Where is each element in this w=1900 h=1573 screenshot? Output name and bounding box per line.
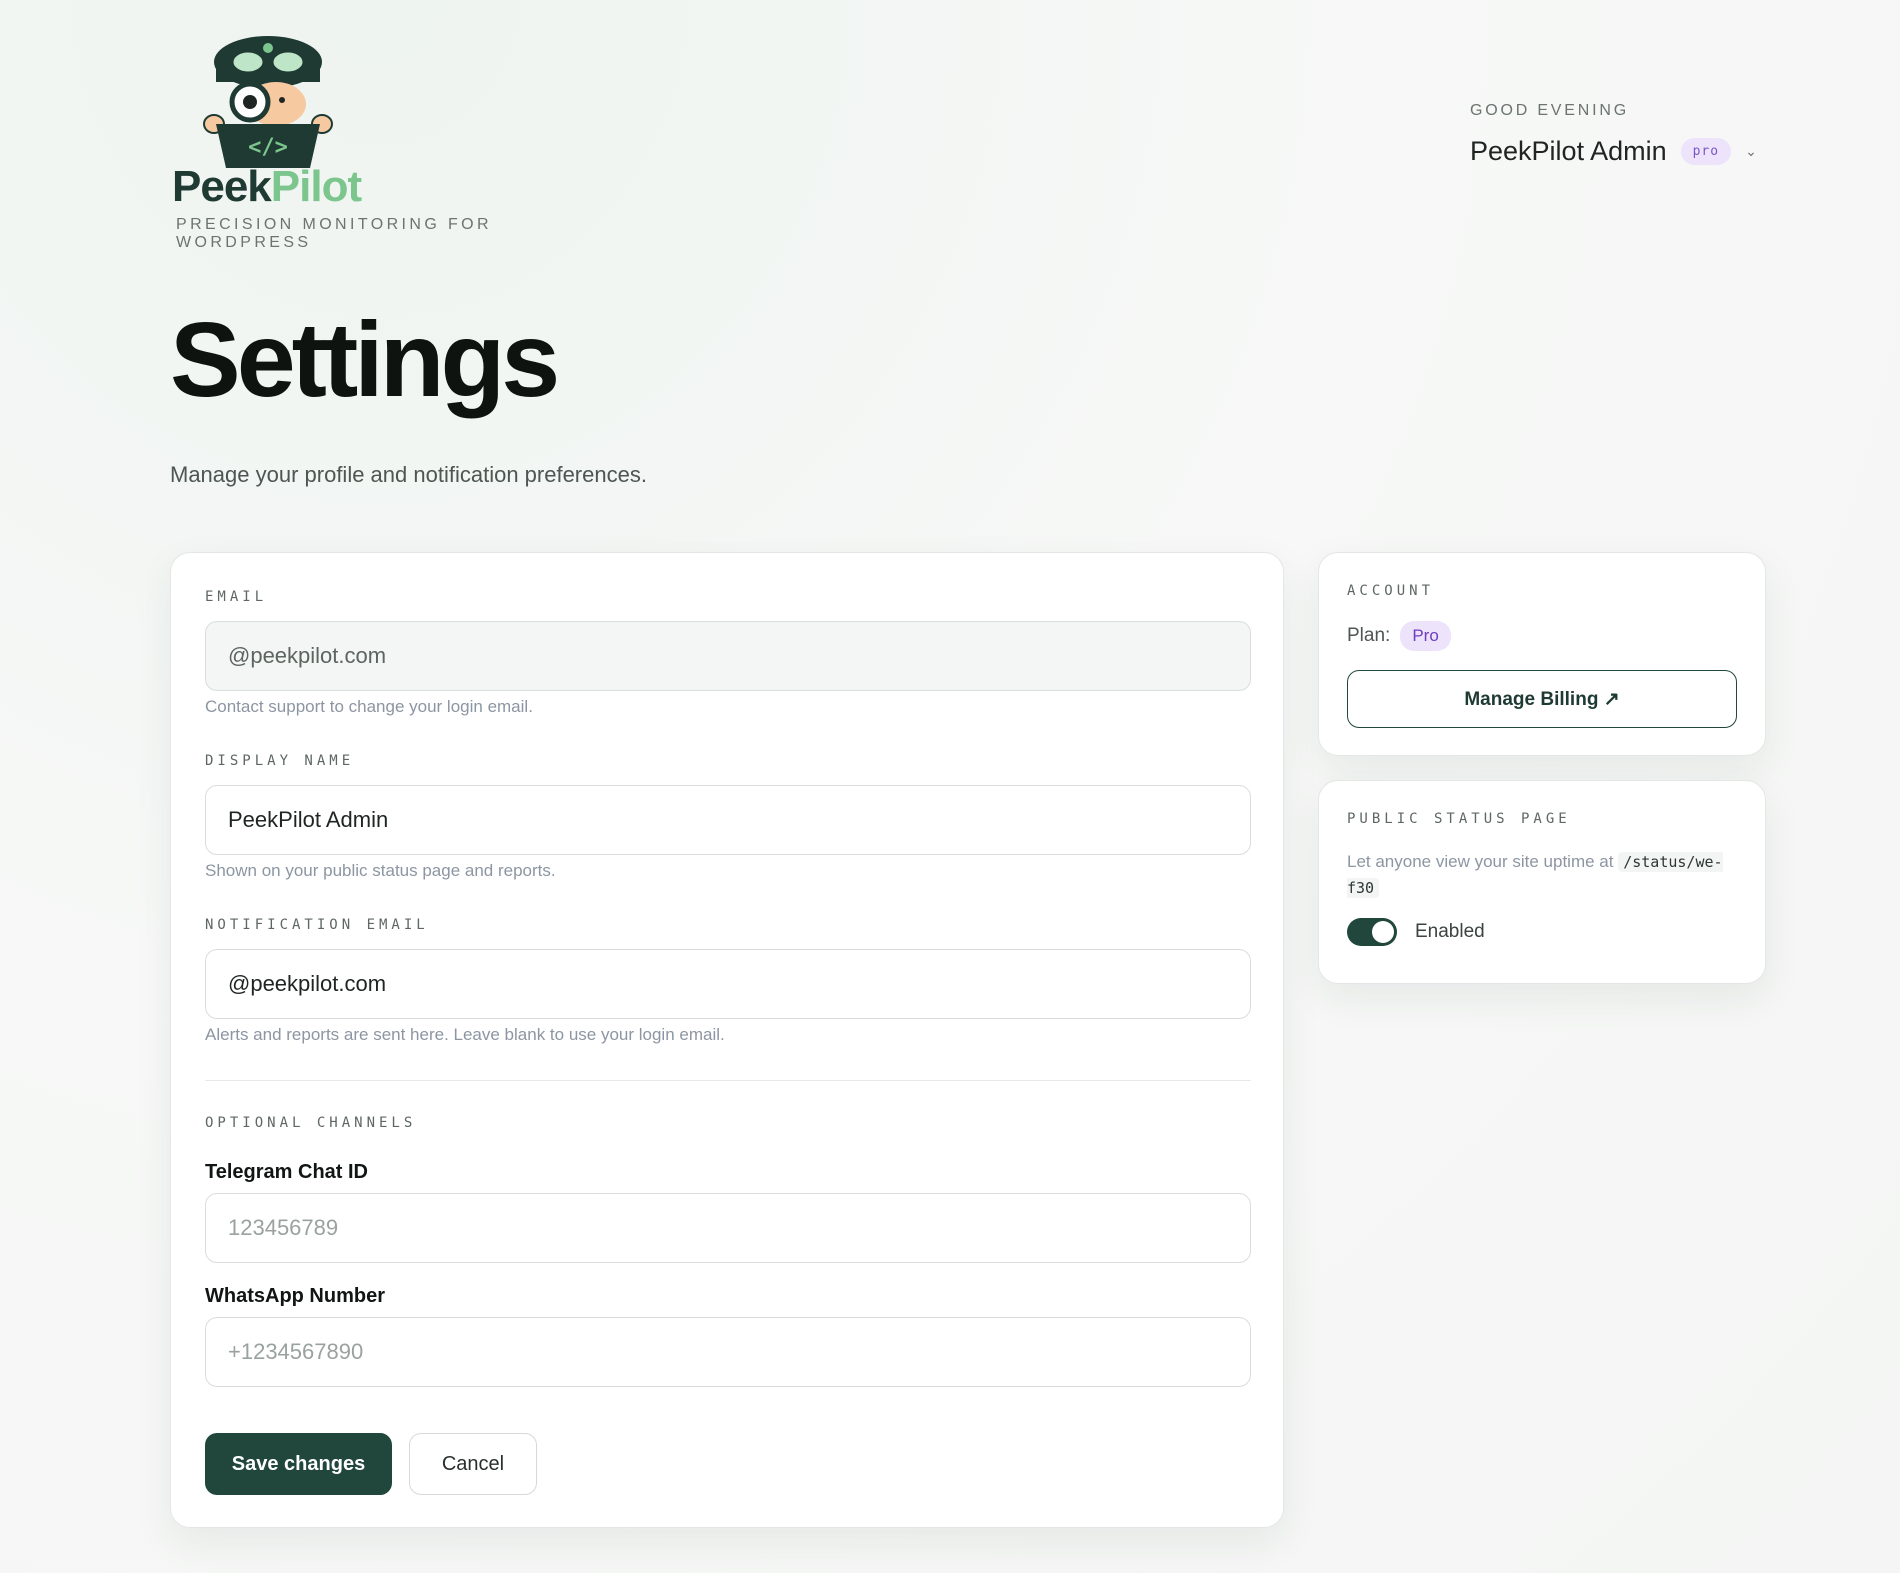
display-name-field[interactable]: PeekPilot Admin (205, 785, 1251, 855)
email-hint: Contact support to change your login ema… (205, 697, 533, 716)
status-description-text: Let anyone view your site uptime at (1347, 852, 1614, 871)
plan-label: Plan: (1347, 625, 1391, 646)
display-name-value: PeekPilot Admin (228, 807, 389, 832)
manage-billing-button[interactable]: Manage Billing ↗ (1347, 670, 1737, 728)
notification-email-label: NOTIFICATION EMAIL (205, 917, 429, 933)
account-label: ACCOUNT (1347, 583, 1435, 599)
email-label: EMAIL (205, 589, 268, 605)
public-status-label: PUBLIC STATUS PAGE (1347, 811, 1571, 827)
notification-email-hint: Alerts and reports are sent here. Leave … (205, 1025, 725, 1044)
brand-tagline: PRECISION MONITORING FOR WORDPRESS (176, 216, 492, 251)
email-value: @peekpilot.com (228, 643, 387, 668)
notification-email-value: @peekpilot.com (228, 971, 387, 996)
account-card: ACCOUNT Plan: Pro Manage Billing ↗ (1318, 552, 1766, 756)
whatsapp-label: WhatsApp Number (205, 1285, 385, 1307)
brand-name: PeekPilot (172, 164, 612, 210)
toggle-knob (1372, 921, 1394, 943)
display-name-label: DISPLAY NAME (205, 753, 355, 769)
plan-badge: pro (1680, 138, 1732, 165)
page-title: Settings (170, 301, 560, 419)
user-menu[interactable]: GOOD EVENING PeekPilot Admin pro ⌄ (1470, 102, 1757, 167)
plan-value-badge: Pro (1400, 621, 1451, 651)
greeting: GOOD EVENING (1470, 102, 1629, 119)
cancel-button[interactable]: Cancel (409, 1433, 537, 1495)
notification-email-field[interactable]: @peekpilot.com (205, 949, 1251, 1019)
display-name-hint: Shown on your public status page and rep… (205, 861, 556, 880)
telegram-input[interactable]: 123456789 (205, 1193, 1251, 1263)
section-divider (205, 1080, 1251, 1081)
brand-logo[interactable]: </> PeekPilot PRECISION MONITORING FOR W… (172, 28, 612, 252)
profile-form-card: EMAIL @peekpilot.com Contact support to … (170, 552, 1284, 1528)
page-subtitle: Manage your profile and notification pre… (170, 462, 647, 487)
settings-page: </> PeekPilot PRECISION MONITORING FOR W… (0, 0, 1900, 1573)
telegram-placeholder: 123456789 (228, 1215, 339, 1240)
toggle-label: Enabled (1415, 921, 1485, 942)
user-menu-row[interactable]: PeekPilot Admin pro ⌄ (1470, 136, 1757, 167)
email-field: @peekpilot.com (205, 621, 1251, 691)
optional-channels-label: OPTIONAL CHANNELS (205, 1115, 417, 1131)
status-page-toggle[interactable] (1347, 918, 1397, 946)
chevron-down-icon[interactable]: ⌄ (1745, 143, 1757, 160)
status-description: Let anyone view your site uptime at /sta… (1347, 849, 1747, 901)
mascot-icon: </> (203, 36, 333, 168)
plan-row: Plan: Pro (1347, 621, 1451, 651)
user-name: PeekPilot Admin (1470, 136, 1667, 166)
whatsapp-placeholder: +1234567890 (228, 1339, 364, 1364)
whatsapp-input[interactable]: +1234567890 (205, 1317, 1251, 1387)
public-status-card: PUBLIC STATUS PAGE Let anyone view your … (1318, 780, 1766, 984)
telegram-label: Telegram Chat ID (205, 1161, 368, 1183)
brand-name-part1: Peek (172, 162, 272, 211)
svg-text:</>: </> (248, 135, 288, 160)
brand-name-part2: Pilot (270, 162, 362, 211)
save-button[interactable]: Save changes (205, 1433, 392, 1495)
